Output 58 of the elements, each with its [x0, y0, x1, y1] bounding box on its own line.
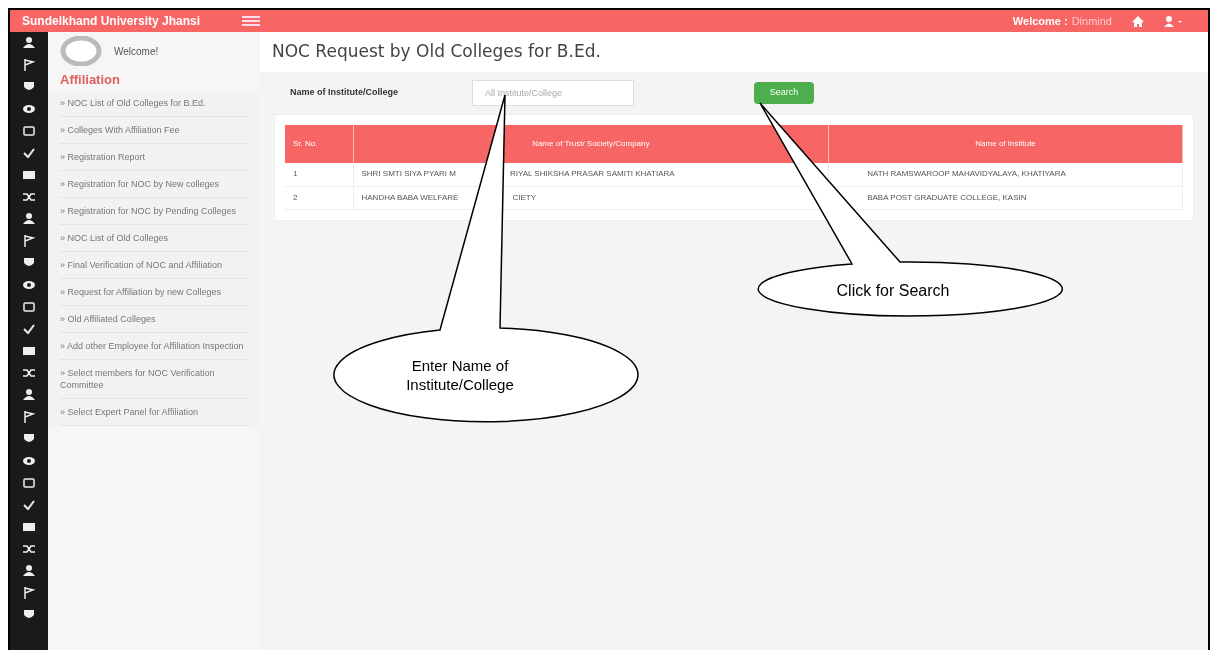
sidebar-item[interactable]: » Add other Employee for Affiliation Inspection [60, 332, 248, 360]
check-icon[interactable] [22, 498, 36, 512]
section-title: Affiliation [59, 71, 121, 89]
sidebar-item[interactable]: » Registration Report [60, 143, 248, 171]
user-name: Dinmind [1071, 13, 1112, 29]
page-title: NOC Request by Old Colleges for B.Ed. [272, 40, 601, 64]
cell-text: BABA POST GRADUATE COLLEGE, KASIN [867, 192, 1027, 202]
flag-icon[interactable] [22, 234, 36, 248]
sidebar-item[interactable]: » Select Expert Panel for Affiliation [60, 398, 248, 426]
square-icon[interactable] [22, 476, 36, 490]
user-icon[interactable] [22, 564, 36, 578]
callout-text: Enter Name of Institute/College [405, 356, 515, 394]
eye-icon[interactable] [22, 102, 36, 116]
user-icon[interactable] [22, 388, 36, 402]
square-icon[interactable] [22, 124, 36, 138]
flag-icon[interactable] [22, 410, 36, 424]
cell-text: CIETY [512, 192, 536, 202]
flag-icon[interactable] [22, 58, 36, 72]
user-icon[interactable] [22, 36, 36, 50]
card-icon[interactable] [22, 168, 36, 182]
flag-icon[interactable] [22, 586, 36, 600]
sidebar-item[interactable]: » Registration for NOC by Pending Colleges [60, 197, 248, 225]
sidebar-item[interactable]: » Colleges With Affiliation Fee [60, 116, 248, 144]
eye-icon[interactable] [22, 278, 36, 292]
user-icon[interactable] [22, 212, 36, 226]
callout-text: Click for Search [835, 281, 951, 301]
sidebar-item[interactable]: » Request for Affiliation by new Colleges [60, 278, 248, 306]
square-icon[interactable] [22, 300, 36, 314]
sidebar-item[interactable]: » NOC List of Old Colleges [60, 224, 248, 252]
column-header: Sr. No. [285, 125, 353, 163]
welcome-text: Welcome! [114, 44, 159, 59]
search-button[interactable]: Search [754, 82, 814, 104]
cell-text: NATH RAMSWAROOP MAHAVIDYALAYA, KHATIYARA [867, 169, 1066, 179]
eye-icon[interactable] [22, 454, 36, 468]
sidebar-item[interactable]: » Registration for NOC by New colleges [60, 170, 248, 198]
sidebar-item[interactable]: » Old Affiliated Colleges [60, 305, 248, 333]
search-field[interactable]: All Institute/College [472, 80, 634, 106]
sidebar-item[interactable]: » NOC List of Old Colleges for B.Ed. [60, 89, 248, 117]
shuffle-icon[interactable] [22, 190, 36, 204]
card-icon[interactable] [22, 344, 36, 358]
brand-title[interactable]: Sundelkhand University Jhansi [22, 12, 242, 30]
sidebar-item[interactable]: » Final Verification of NOC and Affiliation [60, 251, 248, 279]
field-label: Name of Institute/College [290, 86, 399, 100]
welcome-label: Welcome : [1012, 13, 1068, 29]
table-cell: 2 [285, 186, 353, 209]
cell-text: SHRI SMTI SIYA PYARI M [361, 169, 456, 179]
sidebar-item[interactable]: » Select members for NOC Verification Committee [60, 359, 248, 399]
column-header: Name of Institute [828, 125, 1183, 163]
card-icon[interactable] [22, 520, 36, 534]
cell-text: RIYAL SHIKSHA PRASAR SAMITI KHATIARA [509, 169, 675, 179]
avatar-icon [60, 36, 102, 66]
shuffle-icon[interactable] [22, 366, 36, 380]
table-cell: 1 [285, 163, 353, 186]
check-icon[interactable] [22, 146, 36, 160]
shuffle-icon[interactable] [22, 542, 36, 556]
cell-text: HANDHA BABA WELFARE [361, 192, 459, 202]
home-icon[interactable] [1132, 15, 1144, 27]
check-icon[interactable] [22, 322, 36, 336]
